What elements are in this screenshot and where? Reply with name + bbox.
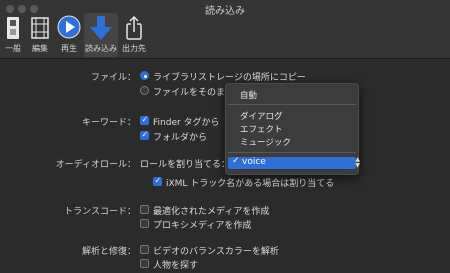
finder-tags-label: Finder タグから [153,118,220,128]
checkmark-icon: ✓ [232,156,240,166]
balance-color-checkbox[interactable] [140,245,149,254]
proxy-media-label: プロキシメディアを作成 [153,221,252,231]
optimized-media-label: 最適化されたメディアを作成 [153,207,270,217]
keywords-label: キーワード： [81,118,136,128]
finder-tags-checkbox[interactable] [140,115,149,125]
leave-in-place-radio[interactable] [140,86,149,95]
find-people-label: 人物を探す [153,261,199,271]
ixml-label: iXML トラック名がある場合は割り当てる [166,179,335,189]
copy-to-library-radio[interactable] [140,71,149,80]
menu-item-voice-label: voice [242,157,266,167]
preferences-window: 読み込み 一般 編集 再生 読み込み 出力先 ファイル： ライブラリストレージの… [0,0,450,273]
film-strip-icon [31,17,49,39]
copy-to-library-label: ライブラリストレージの場所にコピー [153,73,306,83]
share-icon [126,15,142,40]
find-people-checkbox[interactable] [140,259,149,268]
tab-general[interactable]: 一般 [0,13,26,57]
tab-playback[interactable]: 再生 [56,13,82,57]
menu-item-voice-selected[interactable]: ✓ voice ▲ ▼ [228,156,360,169]
proxy-media-checkbox[interactable] [140,219,149,228]
menu-item-automatic[interactable]: 自動 [240,89,257,101]
play-icon [57,15,81,39]
tab-destinations-label: 出力先 [122,44,146,53]
audio-roles-label: オーディオロール： [55,160,136,170]
tab-general-label: 一般 [5,44,21,53]
role-popup-menu: 自動 ダイアログ エフェクト ミュージック ✓ voice ▲ ▼ [225,83,360,175]
analyze-label: 解析と修復： [81,247,136,257]
transcode-label: トランスコード： [64,207,136,217]
optimized-media-checkbox[interactable] [140,205,149,214]
file-label: ファイル： [90,73,136,83]
menu-separator [228,104,356,105]
tab-editing[interactable]: 編集 [28,13,52,57]
folders-label: フォルダから [153,133,208,143]
balance-color-label: ビデオのバランスカラーを解析 [153,247,279,257]
tab-import[interactable]: 読み込み [84,13,118,57]
folders-checkbox[interactable] [140,130,149,140]
leave-in-place-label: ファイルをそのま [153,88,226,98]
ixml-checkbox[interactable] [153,176,162,186]
import-arrow-icon [90,16,112,40]
menu-item-effects[interactable]: エフェクト [240,123,283,135]
switch-icon [7,17,19,39]
tab-playback-label: 再生 [61,44,77,53]
assign-roles-label: ロールを割り当てる： [140,160,231,170]
tab-import-label: 読み込み [85,44,117,53]
title-bar: 読み込み 一般 編集 再生 読み込み 出力先 [0,0,450,59]
tab-destinations[interactable]: 出力先 [120,13,148,57]
menu-item-music[interactable]: ミュージック [240,136,291,148]
tab-editing-label: 編集 [32,44,48,53]
menu-separator [228,152,356,153]
menu-item-dialogue[interactable]: ダイアログ [240,110,283,122]
chevron-up-down-icon: ▲ ▼ [355,156,360,169]
